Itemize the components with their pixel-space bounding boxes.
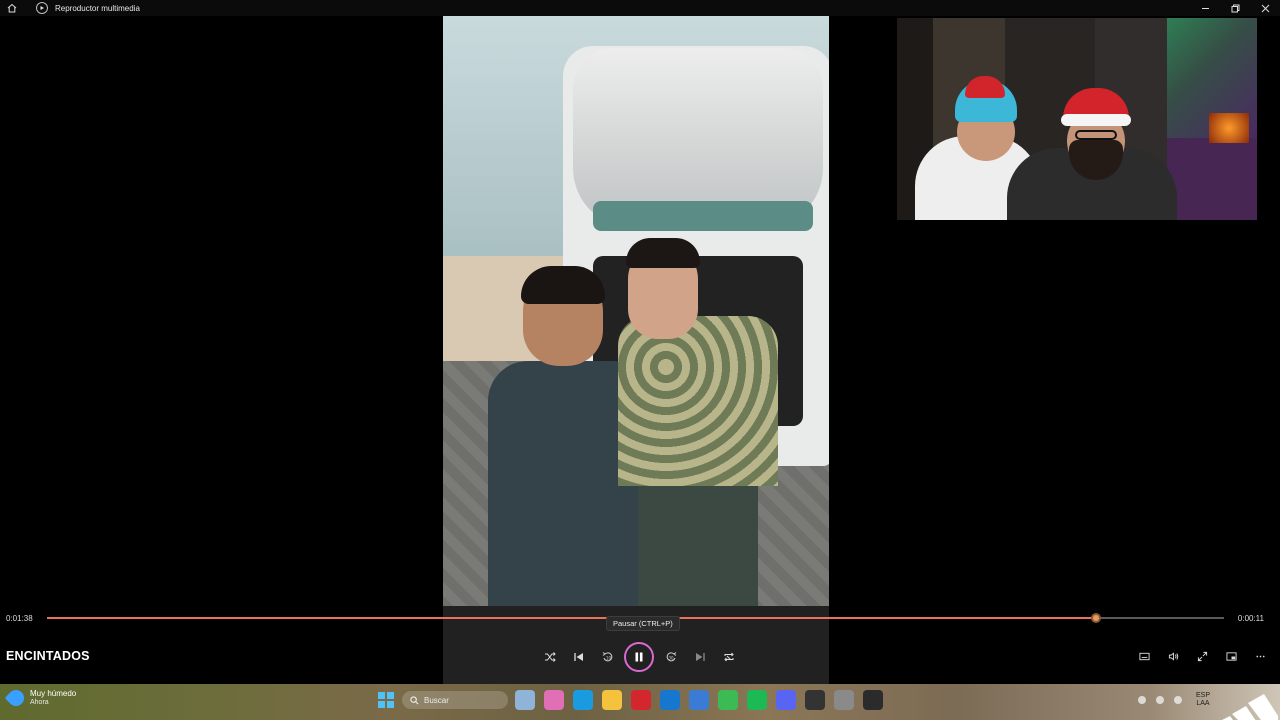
next-icon [695,653,705,661]
file-explorer-icon[interactable] [602,690,622,710]
minimize-button[interactable] [1190,0,1220,16]
video-person-right-hair [626,238,700,268]
tray-volume-icon[interactable] [1173,696,1182,704]
rewind-10-icon: 10 [602,652,612,662]
home-icon[interactable] [2,0,22,16]
video-van-window [593,201,813,231]
video-person-left-hair [521,266,605,304]
seek-bar-thumb[interactable] [1090,613,1101,623]
volume-icon [1168,651,1179,661]
raindrop-icon [4,686,28,709]
next-button[interactable] [685,643,714,671]
seek-bar-fill [47,617,1096,619]
video-person-right-pants [638,476,758,610]
obs-icon[interactable] [805,690,825,710]
video-area[interactable] [0,16,1280,610]
more-icon [1256,655,1265,657]
rewind-10-button[interactable]: 10 [593,643,622,671]
windows-start-icon[interactable] [378,692,394,708]
media-player-icon[interactable] [863,690,883,710]
miniplayer-button[interactable] [1217,648,1246,664]
svg-text:30: 30 [668,656,674,661]
forward-30-icon: 30 [666,652,676,662]
fullscreen-button[interactable] [1188,648,1217,664]
adidas-logo-icon [1222,694,1278,720]
settings-icon[interactable] [834,690,854,710]
language-code: ESP [1195,692,1210,699]
spotify-icon[interactable] [747,690,767,710]
taskbar: Muy húmedo Ahora Buscar ESP LAA [0,684,1280,720]
outlook-icon[interactable] [660,690,680,710]
close-button[interactable] [1250,0,1280,16]
title-bar: Reproductor multimedia [0,0,1280,16]
shuffle-button[interactable] [535,643,564,671]
window-title: Reproductor multimedia [55,3,140,13]
restore-button[interactable] [1220,0,1250,16]
weather-title: Muy húmedo [30,689,77,698]
pause-icon [635,652,643,662]
shuffle-icon [544,652,556,662]
store-icon[interactable] [689,690,709,710]
video-person-right-shirt [618,316,778,486]
weather-subtitle: Ahora [30,699,49,706]
main-video-frame[interactable] [443,16,829,610]
volume-button[interactable] [1159,648,1188,664]
transport-controls: 10 30 [535,642,743,672]
weather-widget[interactable]: Muy húmedo Ahora [4,686,77,709]
repeat-button[interactable] [714,643,743,671]
right-controls [1130,648,1275,664]
webcam-person-right-hat-trim [1061,114,1131,126]
media-title: ENCINTADOS [6,649,90,663]
car-app-icon[interactable] [515,690,535,710]
discord-icon[interactable] [776,690,796,710]
svg-text:10: 10 [606,656,612,661]
previous-button[interactable] [564,643,593,671]
tray-network-icon[interactable] [1155,696,1164,704]
chrome-icon[interactable] [718,690,738,710]
tray-onedrive-icon[interactable] [1137,696,1146,704]
webcam-person-right-glasses [1075,130,1117,140]
forward-30-button[interactable]: 30 [656,643,685,671]
previous-icon [573,653,583,661]
pause-button[interactable] [624,642,654,672]
time-remaining: 0:00:11 [1237,614,1264,623]
time-elapsed: 0:01:38 [6,614,33,623]
repeat-icon [723,652,734,662]
miniplayer-icon [1226,651,1237,661]
edge-icon[interactable] [573,690,593,710]
player-controls: 0:01:38 0:00:11 Pausar (CTRL+P) ENCINTAD… [0,606,1280,684]
fullscreen-icon [1197,651,1208,661]
keyboard-layout: LAA [1196,700,1210,707]
search-icon [410,695,419,704]
subtitles-icon [1139,652,1150,660]
red-app-icon[interactable] [631,690,651,710]
search-placeholder: Buscar [424,695,449,705]
taskbar-apps [515,690,892,710]
webcam-fireplace-screen [1209,113,1249,143]
language-indicator[interactable]: ESP LAA [1196,692,1210,708]
more-options-button[interactable] [1246,648,1275,664]
media-player-app-icon [36,2,48,14]
taskbar-search[interactable]: Buscar [402,691,508,709]
system-tray: ESP LAA [1137,692,1210,708]
webcam-overlay [897,18,1257,220]
copilot-icon[interactable] [544,690,564,710]
pause-tooltip: Pausar (CTRL+P) [606,616,680,631]
subtitles-button[interactable] [1130,648,1159,664]
